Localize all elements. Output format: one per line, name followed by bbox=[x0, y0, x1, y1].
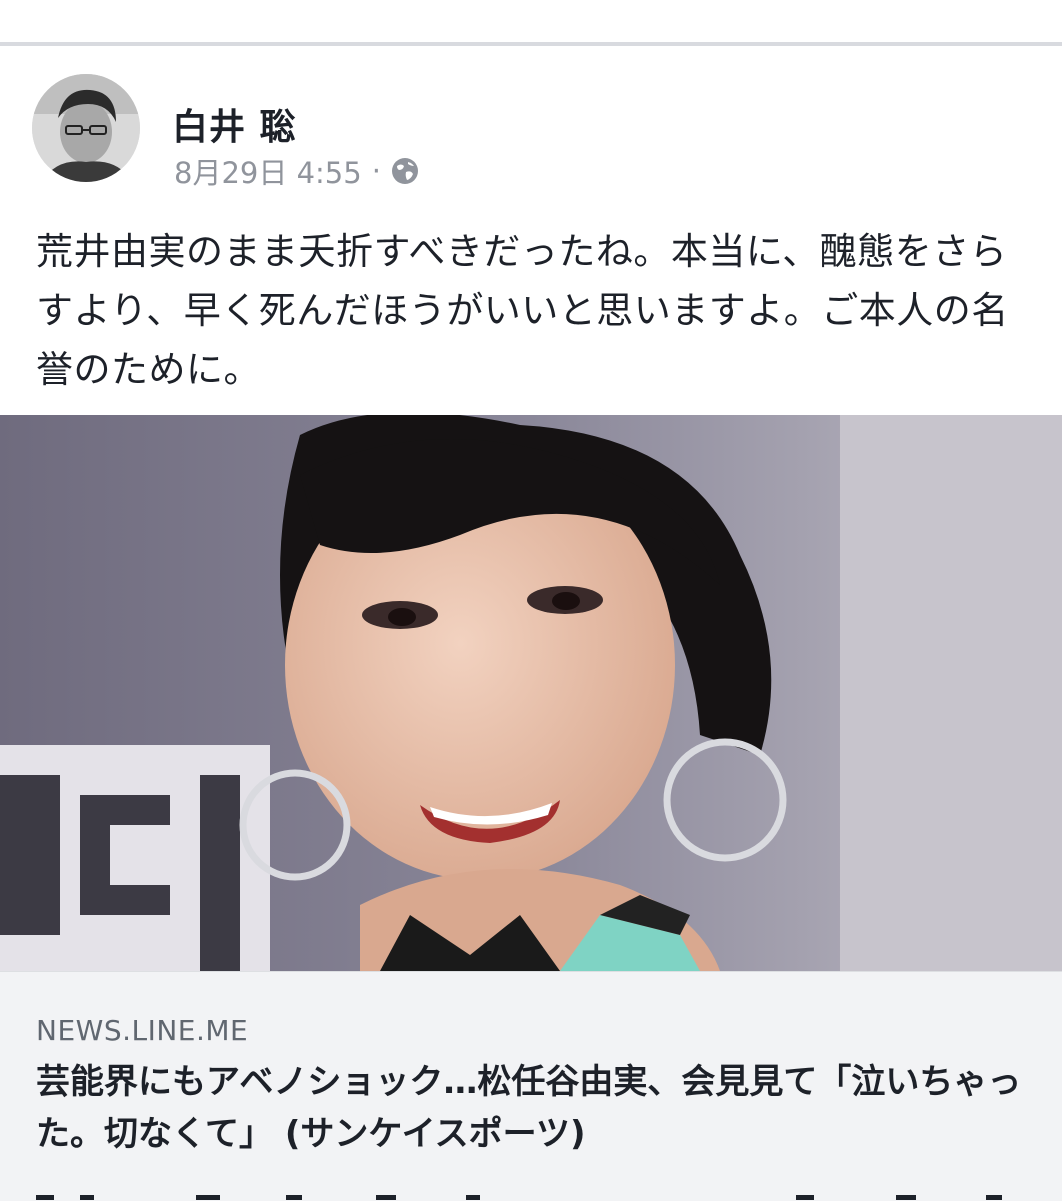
author-avatar[interactable] bbox=[32, 74, 140, 182]
link-domain: NEWS.LINE.ME bbox=[36, 1014, 249, 1047]
meta-separator: · bbox=[371, 154, 381, 188]
post-meta: 8月29日 4:55 · bbox=[174, 150, 419, 192]
author-name[interactable]: 白井 聡 bbox=[172, 98, 297, 150]
avatar-photo bbox=[32, 74, 140, 182]
link-preview-image[interactable] bbox=[0, 415, 1062, 971]
post-text: 荒井由実のまま夭折すべきだったね。本当に、醜態をさらすより、早く死んだほうがいい… bbox=[36, 230, 1009, 391]
photo-woman-earrings bbox=[0, 415, 1062, 971]
post-timestamp[interactable]: 8月29日 4:55 bbox=[174, 150, 362, 192]
link-title[interactable]: 芸能界にもアベノショック…松任谷由実、会見見て「泣いちゃった。切なくて」 (サン… bbox=[36, 1056, 1036, 1160]
truncated-text-fragments bbox=[36, 1195, 1002, 1200]
globe-icon[interactable] bbox=[391, 157, 419, 185]
link-preview-caption[interactable]: NEWS.LINE.ME 芸能界にもアベノショック…松任谷由実、会見見て「泣いち… bbox=[0, 971, 1062, 1201]
post-header: 白井 聡 8月29日 4:55 · bbox=[0, 46, 1062, 206]
truncated-next-line bbox=[36, 1188, 1026, 1200]
